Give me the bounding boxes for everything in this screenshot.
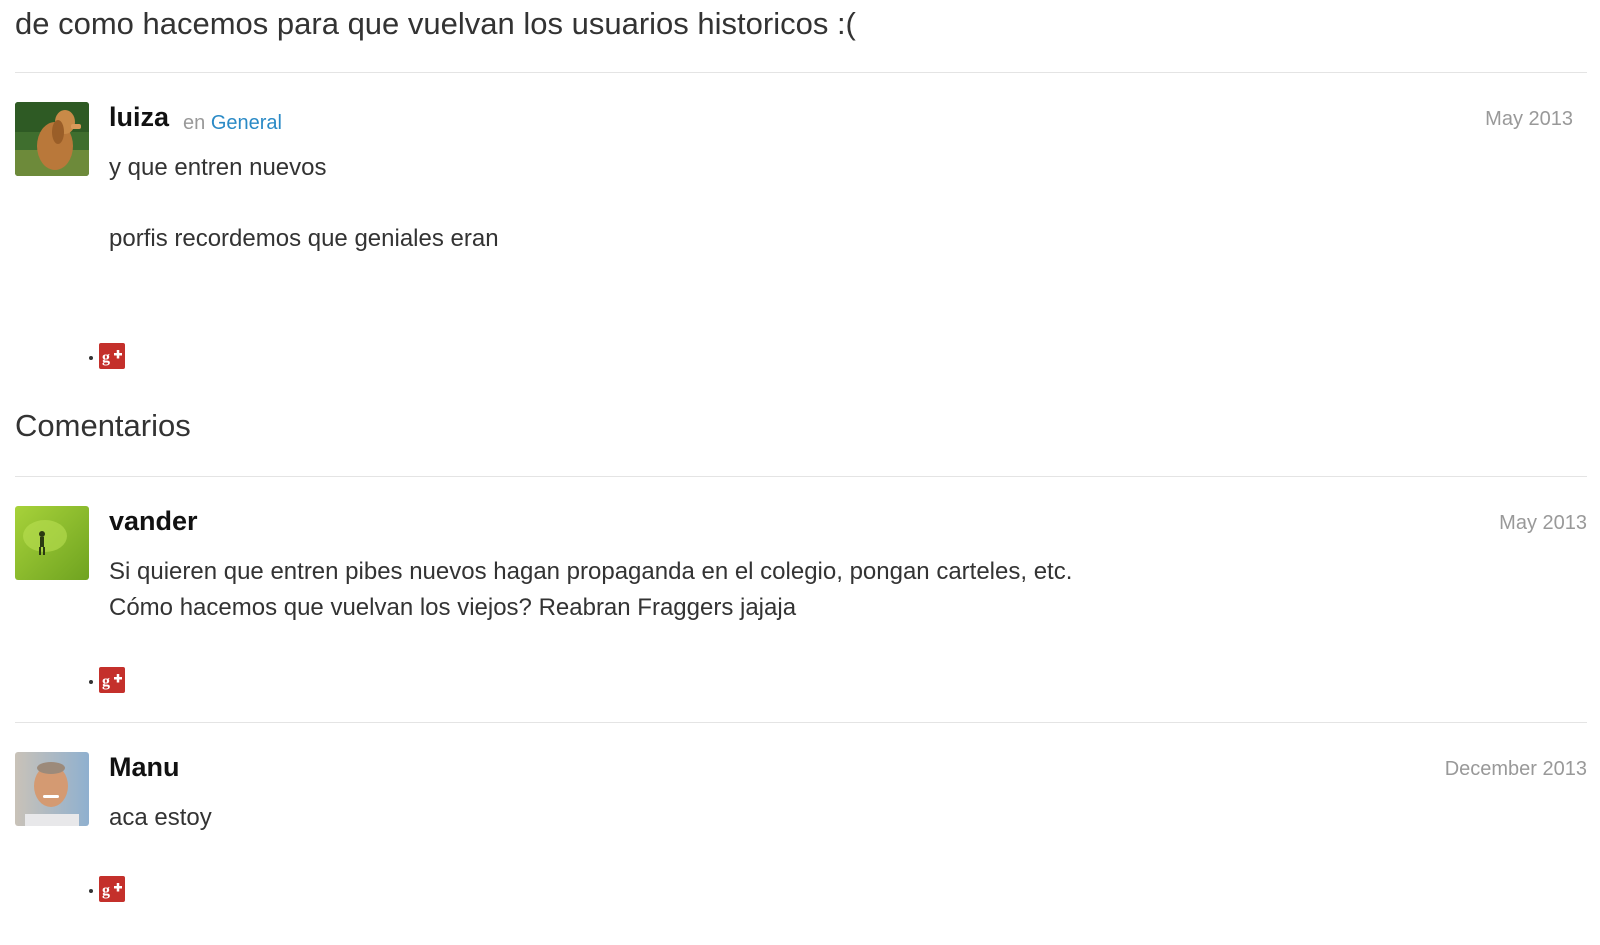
man-photo-avatar-icon — [15, 752, 89, 826]
comment-body-line: Cómo hacemos que vuelvan los viejos? Rea… — [109, 594, 797, 621]
comments-heading: Comentarios — [15, 408, 191, 443]
post-date: May 2013 — [1485, 108, 1573, 130]
post-author[interactable]: luiza — [109, 102, 169, 133]
comment-author[interactable]: vander — [109, 506, 198, 537]
comment-date: May 2013 — [1499, 512, 1587, 534]
google-plus-icon[interactable]: g — [99, 343, 125, 369]
comment-date: December 2013 — [1444, 758, 1587, 780]
comment-item: vander May 2013 Si quieren que entren pi… — [15, 506, 1587, 706]
post-category: en General — [183, 112, 282, 135]
title-divider — [15, 72, 1587, 73]
share-bar: g — [89, 876, 125, 902]
svg-text:g: g — [102, 882, 110, 899]
forum-thread-page: de como hacemos para que vuelvan los usu… — [0, 0, 1600, 945]
separator-dot — [89, 889, 93, 893]
share-bar: g — [89, 667, 125, 693]
separator-dot — [89, 680, 93, 684]
avatar-luiza[interactable] — [15, 102, 89, 176]
google-plus-icon[interactable]: g — [99, 876, 125, 902]
runner-photo-avatar-icon — [15, 506, 89, 580]
thread-title: de como hacemos para que vuelvan los usu… — [15, 6, 856, 41]
comment-body-line: Si quieren que entren pibes nuevos hagan… — [109, 558, 1073, 585]
comment-item: Manu December 2013 aca estoy g — [15, 752, 1587, 912]
comment-divider — [15, 722, 1587, 723]
dog-photo-avatar-icon — [15, 102, 89, 176]
comments-divider — [15, 476, 1587, 477]
separator-dot — [89, 356, 93, 360]
category-prefix: en — [183, 112, 206, 134]
post-body-line: y que entren nuevos — [109, 154, 327, 181]
category-link[interactable]: General — [211, 112, 282, 134]
google-plus-icon[interactable]: g — [99, 667, 125, 693]
comment-body-line: aca estoy — [109, 804, 212, 831]
svg-text:g: g — [102, 673, 110, 690]
share-bar: g — [89, 343, 125, 369]
comment-author[interactable]: Manu — [109, 752, 180, 783]
avatar-vander[interactable] — [15, 506, 89, 580]
svg-text:g: g — [102, 349, 110, 366]
post-body-line: porfis recordemos que geniales eran — [109, 225, 499, 252]
original-post: luiza en General May 2013 y que entren n… — [15, 102, 1587, 372]
avatar-manu[interactable] — [15, 752, 89, 826]
